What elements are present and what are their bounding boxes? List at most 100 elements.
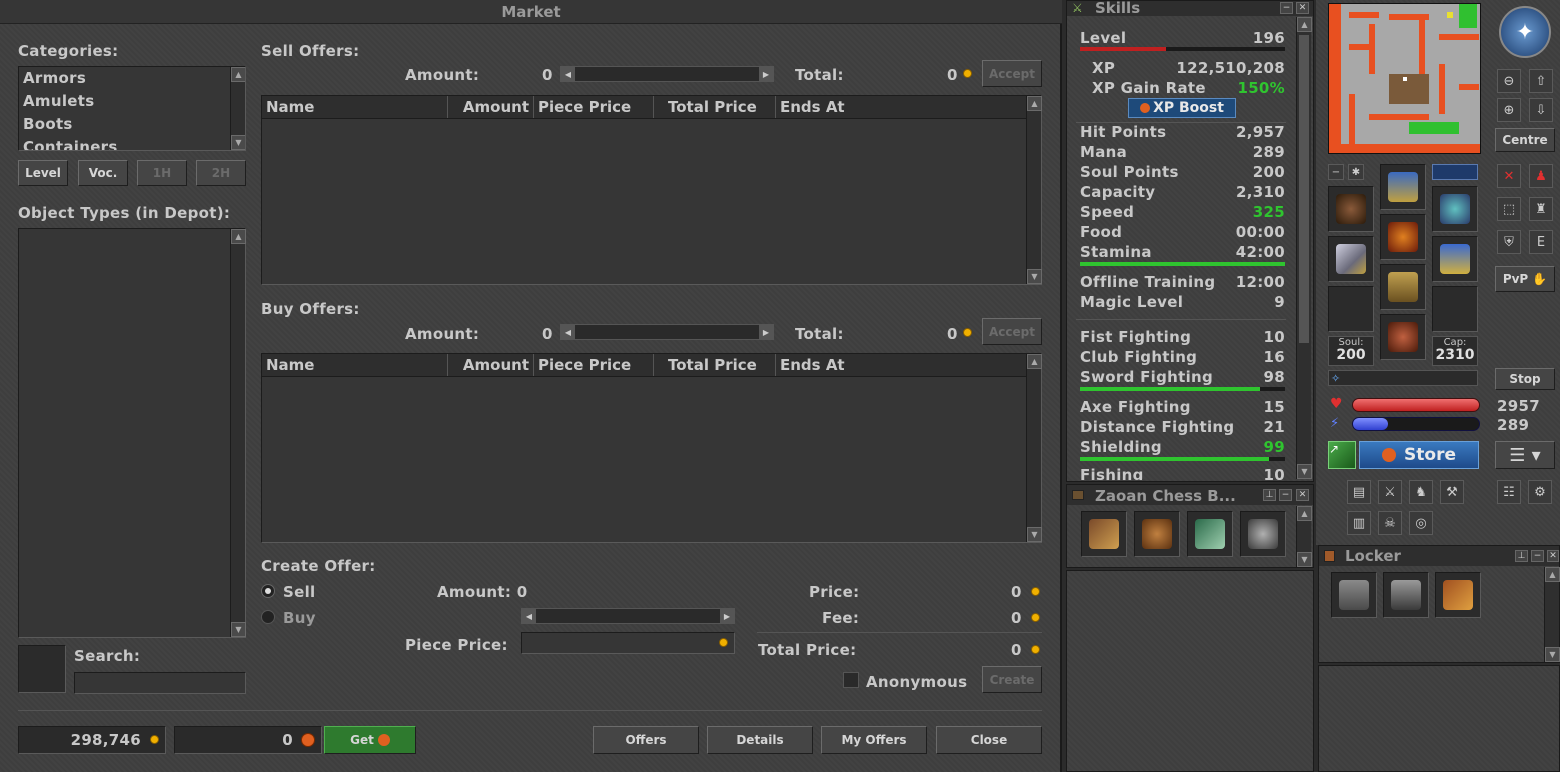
details-button[interactable]: Details [707,726,813,754]
minimize-icon[interactable]: − [1328,164,1344,180]
container-slot[interactable] [1134,511,1180,557]
minimize-icon[interactable]: − [1531,550,1544,562]
scroll-up-icon[interactable]: ▲ [1027,96,1042,111]
floor-up-icon[interactable]: ⇧ [1529,69,1553,93]
spellbook-icon[interactable]: ▥ [1347,511,1371,535]
scroll-down-icon[interactable]: ▼ [231,135,245,150]
sell-amount-slider[interactable]: ◀ ▶ [560,66,774,82]
categories-scrollbar[interactable]: ▲ ▼ [230,67,245,150]
sell-table-scrollbar[interactable]: ▲ ▼ [1026,96,1042,284]
get-coins-button[interactable]: Get [324,726,416,754]
category-item[interactable]: Amulets [23,92,94,110]
category-item[interactable]: Armors [23,69,86,87]
pin-icon[interactable]: ⊥ [1515,550,1528,562]
close-button[interactable]: Close [936,726,1042,754]
container-slot[interactable] [1331,572,1377,618]
scroll-up-icon[interactable]: ▲ [231,67,245,82]
search-input[interactable] [74,672,246,694]
zoom-out-icon[interactable]: ⊖ [1497,69,1521,93]
filter-1h-button[interactable]: 1H [137,160,187,186]
equip-slot-backpack[interactable] [1432,186,1478,232]
scroll-down-icon[interactable]: ▼ [1297,464,1312,479]
category-item[interactable]: Containers [23,138,118,150]
compass-icon[interactable]: ✦ [1499,6,1551,58]
menu-button[interactable]: ☰ ▾ [1495,441,1555,469]
chase-icon[interactable]: ♟ [1529,164,1553,188]
column-ends-at[interactable]: Ends At [776,96,1026,118]
stand-icon[interactable]: ⬚ [1497,197,1521,221]
close-icon[interactable]: ✕ [1547,550,1559,562]
floor-down-icon[interactable]: ⇩ [1529,98,1553,122]
buy-accept-button[interactable]: Accept [982,318,1042,345]
column-piece-price[interactable]: Piece Price [534,354,654,376]
equip-slot-armor[interactable] [1380,214,1426,260]
category-item[interactable]: Boots [23,115,73,133]
follow-icon[interactable]: ♜ [1529,197,1553,221]
equip-slot-necklace[interactable] [1328,186,1374,232]
locker-scrollbar[interactable]: ▲ ▼ [1544,567,1560,662]
column-amount[interactable]: Amount [448,96,534,118]
object-types-list[interactable]: ▲ ▼ [18,228,246,638]
my-offers-button[interactable]: My Offers [821,726,927,754]
settings-icon[interactable]: ✱ [1348,164,1364,180]
equip-slot-ring[interactable] [1328,286,1374,332]
minimize-icon[interactable]: − [1280,2,1293,14]
target-icon[interactable]: ◎ [1409,511,1433,535]
scroll-down-icon[interactable]: ▼ [231,622,246,637]
sell-radio[interactable] [261,584,275,598]
equip-slot-helmet[interactable] [1380,164,1426,210]
container-slot[interactable] [1081,511,1127,557]
scroll-thumb[interactable] [1299,35,1309,343]
column-total-price[interactable]: Total Price [654,354,776,376]
buy-option-label[interactable]: Buy [283,609,316,627]
column-amount[interactable]: Amount [448,354,534,376]
filter-vocation-button[interactable]: Voc. [78,160,128,186]
column-piece-price[interactable]: Piece Price [534,96,654,118]
sell-accept-button[interactable]: Accept [982,60,1042,87]
minimize-icon[interactable]: − [1279,489,1292,501]
skull-icon[interactable]: ☠ [1378,511,1402,535]
defense-icon[interactable]: ⛨ [1497,230,1521,254]
create-amount-slider[interactable]: ◀ ▶ [521,608,735,624]
inventory-expand-icon[interactable]: ↗ [1328,441,1356,469]
expert-mode-icon[interactable]: E [1529,230,1553,254]
attack-mode-icon[interactable]: ✕ [1497,164,1521,188]
minimap[interactable] [1328,3,1481,154]
container-slot[interactable] [1435,572,1481,618]
stop-button[interactable]: Stop [1495,368,1555,390]
scroll-down-icon[interactable]: ▼ [1027,527,1042,542]
pvp-button[interactable]: PvP ✋ [1495,266,1555,292]
store-button[interactable]: Store [1359,441,1479,469]
buy-radio[interactable] [261,610,275,624]
chess-scrollbar[interactable]: ▲ ▼ [1296,506,1312,567]
offers-button[interactable]: Offers [593,726,699,754]
scroll-up-icon[interactable]: ▲ [231,229,246,244]
battle-icon[interactable]: ⚔ [1378,480,1402,504]
column-total-price[interactable]: Total Price [654,96,776,118]
scroll-up-icon[interactable]: ▲ [1297,17,1312,32]
scroll-up-icon[interactable]: ▲ [1027,354,1042,369]
column-ends-at[interactable]: Ends At [776,354,1026,376]
xp-boost-button[interactable]: XP Boost [1128,98,1236,118]
quest-log-icon[interactable]: ▤ [1347,480,1371,504]
skills-tool-icon[interactable]: ⚒ [1440,480,1464,504]
object-types-scrollbar[interactable]: ▲ ▼ [230,229,246,637]
equip-slot-boots[interactable] [1380,314,1426,360]
close-icon[interactable]: ✕ [1296,489,1309,501]
column-name[interactable]: Name [262,96,448,118]
list-icon[interactable]: ☷ [1497,480,1521,504]
scroll-up-icon[interactable]: ▲ [1545,567,1560,582]
party-icon[interactable]: ♞ [1409,480,1433,504]
scroll-down-icon[interactable]: ▼ [1545,647,1560,662]
create-button[interactable]: Create [982,666,1042,693]
scroll-down-icon[interactable]: ▼ [1027,269,1042,284]
equip-slot-weapon[interactable] [1328,236,1374,282]
anonymous-label[interactable]: Anonymous [866,673,967,691]
column-name[interactable]: Name [262,354,448,376]
piece-price-input[interactable] [521,632,735,654]
zoom-in-icon[interactable]: ⊕ [1497,98,1521,122]
skills-scrollbar[interactable]: ▲ ▼ [1296,17,1312,479]
close-icon[interactable]: ✕ [1296,2,1309,14]
sell-option-label[interactable]: Sell [283,583,315,601]
buy-amount-slider[interactable]: ◀ ▶ [560,324,774,340]
